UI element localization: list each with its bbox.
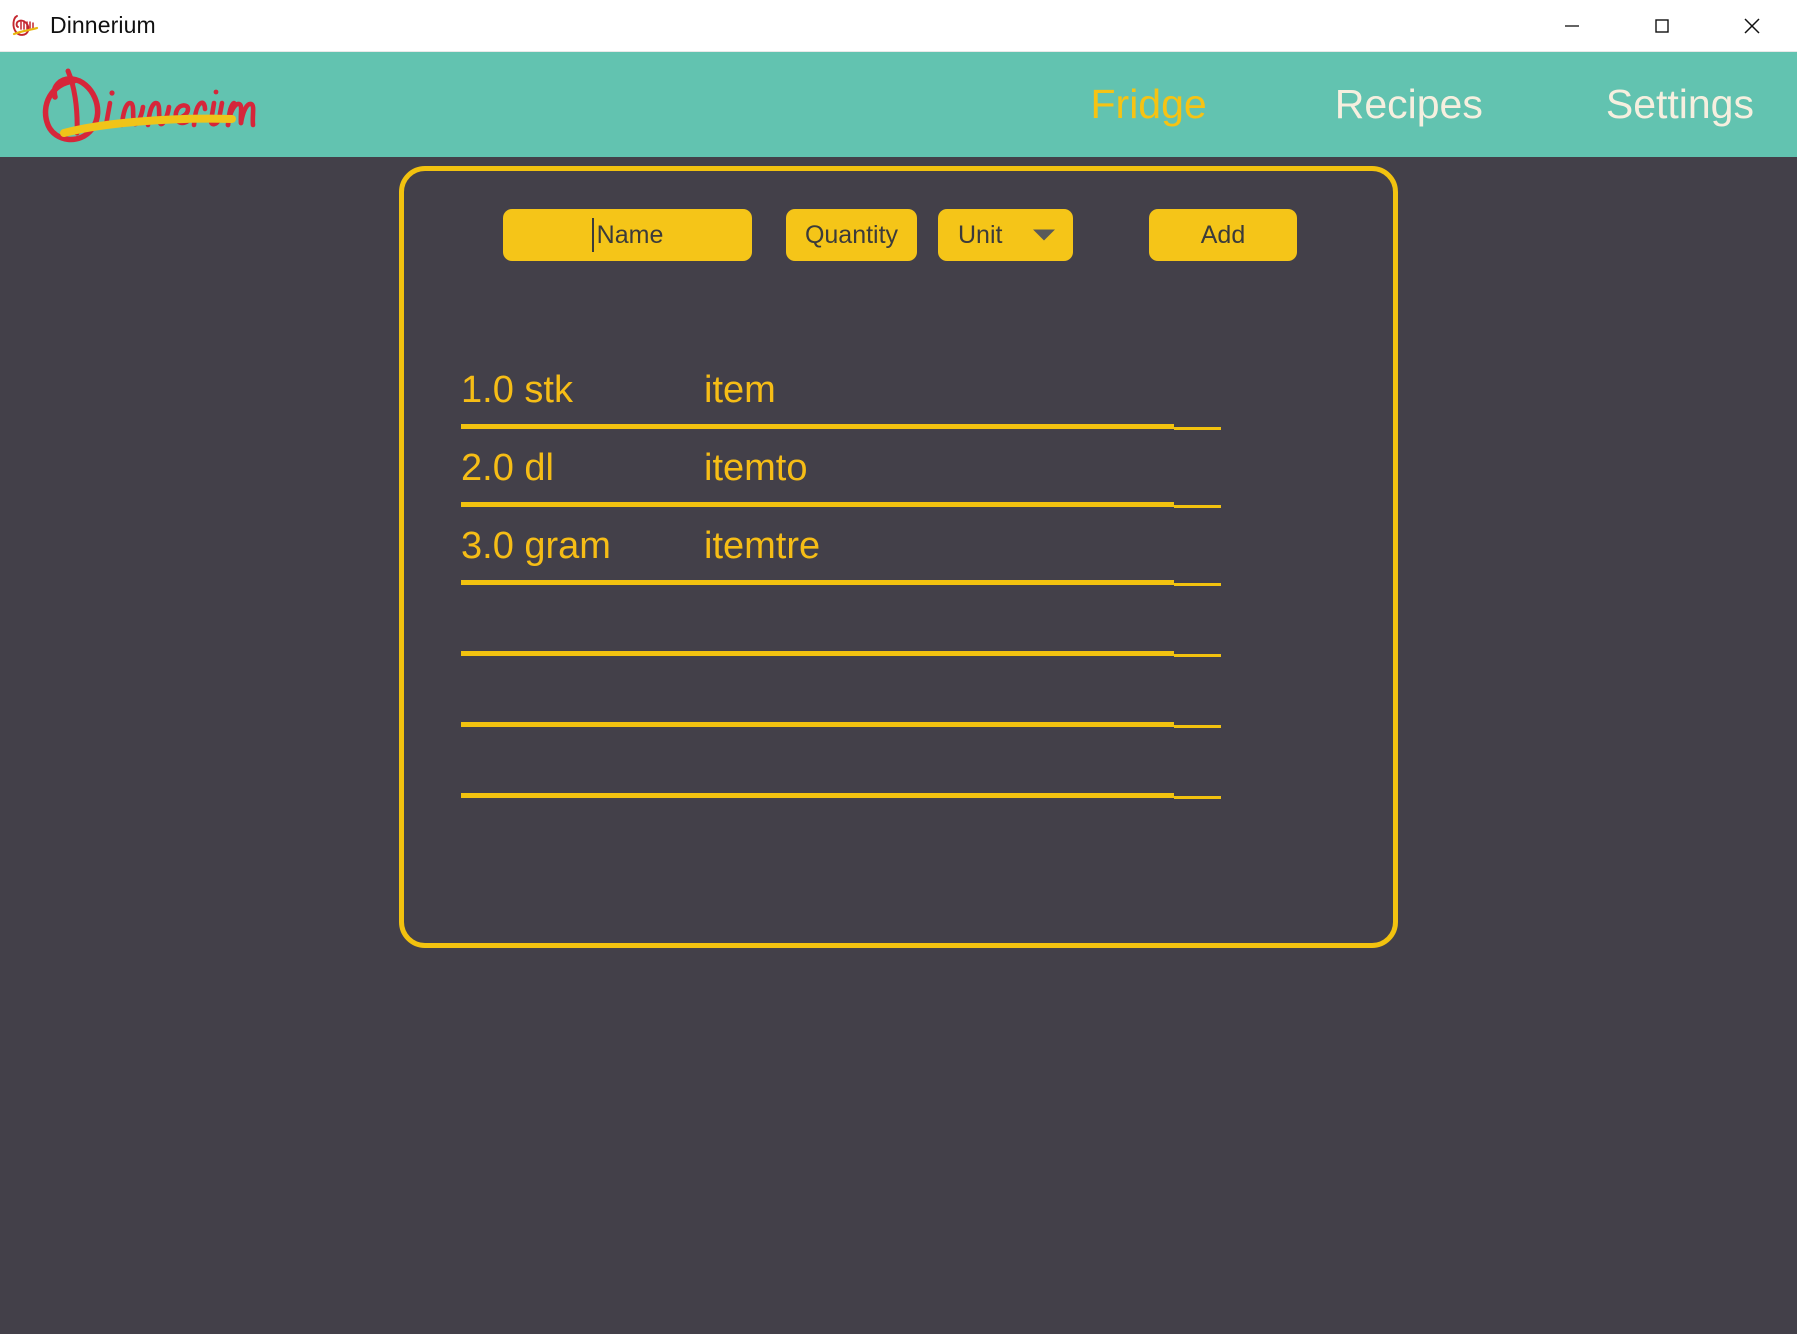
divider-tail <box>1174 654 1221 657</box>
add-ingredient-form: Name Quantity Unit Add <box>404 207 1403 263</box>
divider-main <box>461 722 1174 727</box>
row-divider <box>461 651 1346 658</box>
window-title: Dinnerium <box>50 12 156 38</box>
divider-main <box>461 424 1174 429</box>
table-row[interactable]: 2.0 dl itemto <box>461 431 1346 509</box>
window-titlebar: Dinnerium <box>0 0 1797 52</box>
divider-tail <box>1174 583 1221 586</box>
quantity-input-placeholder: Quantity <box>804 220 899 249</box>
dinnerium-logo-icon <box>12 14 39 36</box>
name-input[interactable]: Name <box>503 209 752 261</box>
divider-main <box>461 580 1174 585</box>
divider-tail <box>1174 796 1221 799</box>
app-window: Dinnerium Fridge Recipes Settings Name Q… <box>0 0 1797 1334</box>
chevron-down-icon <box>1033 229 1055 241</box>
row-content: 3.0 gram itemtre <box>461 509 1346 583</box>
item-quantity: 1.0 stk <box>461 368 573 411</box>
quantity-input[interactable]: Quantity <box>786 209 917 261</box>
item-quantity: 2.0 dl <box>461 446 554 489</box>
close-icon <box>1744 17 1760 34</box>
maximize-icon <box>1655 18 1669 33</box>
item-name: item <box>704 368 776 411</box>
row-divider <box>461 793 1346 800</box>
item-quantity: 3.0 gram <box>461 524 611 567</box>
row-content: 1.0 stk item <box>461 353 1346 427</box>
fridge-item-list: 1.0 stk item 2.0 dl itemto 3.0 gram item… <box>461 353 1346 800</box>
close-button[interactable] <box>1707 0 1797 52</box>
dinnerium-brand-logo <box>42 68 256 142</box>
divider-main <box>461 793 1174 798</box>
app-header: Fridge Recipes Settings <box>0 52 1797 157</box>
table-row-empty[interactable] <box>461 729 1346 800</box>
name-input-placeholder: Name <box>596 220 664 249</box>
unit-select-value: Unit <box>958 220 1003 249</box>
minimize-button[interactable] <box>1527 0 1617 52</box>
divider-main <box>461 651 1174 656</box>
divider-main <box>461 502 1174 507</box>
main-navigation: Fridge Recipes Settings <box>1091 52 1797 157</box>
table-row[interactable]: 1.0 stk item <box>461 353 1346 431</box>
window-controls <box>1527 0 1797 52</box>
table-row-empty[interactable] <box>461 658 1346 729</box>
divider-tail <box>1174 505 1221 508</box>
nav-item-recipes[interactable]: Recipes <box>1335 84 1483 125</box>
item-name: itemto <box>704 446 808 489</box>
row-content: 2.0 dl itemto <box>461 431 1346 505</box>
add-button[interactable]: Add <box>1149 209 1297 261</box>
fridge-card: Name Quantity Unit Add 1.0 stk item 2.0 … <box>399 166 1398 948</box>
row-divider <box>461 722 1346 729</box>
divider-tail <box>1174 427 1221 430</box>
divider-tail <box>1174 725 1221 728</box>
nav-item-fridge[interactable]: Fridge <box>1091 84 1207 125</box>
row-divider <box>461 424 1346 431</box>
row-divider <box>461 502 1346 509</box>
maximize-button[interactable] <box>1617 0 1707 52</box>
table-row[interactable]: 3.0 gram itemtre <box>461 509 1346 587</box>
minimize-icon <box>1565 24 1579 27</box>
text-caret <box>591 218 594 252</box>
nav-item-settings[interactable]: Settings <box>1606 84 1754 125</box>
table-row-empty[interactable] <box>461 587 1346 658</box>
unit-select[interactable]: Unit <box>938 209 1073 261</box>
item-name: itemtre <box>704 524 821 567</box>
row-divider <box>461 580 1346 587</box>
